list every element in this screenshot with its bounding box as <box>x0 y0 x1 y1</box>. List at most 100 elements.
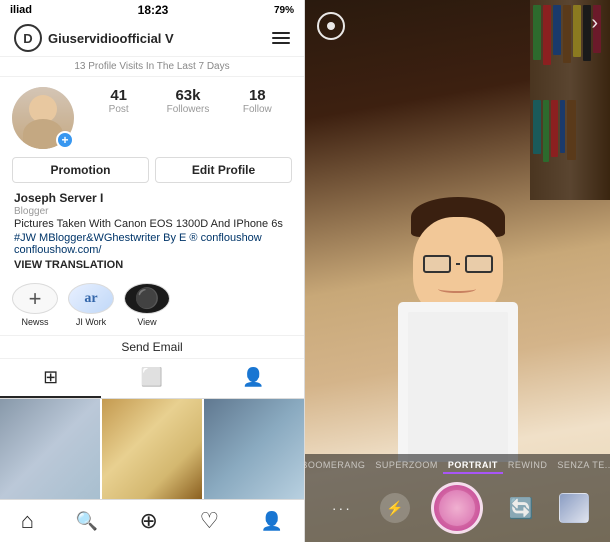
bottom-nav: ⌂ 🔍 ⊕ ♡ 👤 <box>0 499 304 542</box>
avatar-add-button[interactable]: + <box>56 131 74 149</box>
camera-controls: ··· ⚡ 🔄 <box>305 476 610 542</box>
mode-rewind[interactable]: REWIND <box>503 458 553 474</box>
profile-bio: Pictures Taken With Canon EOS 1300D And … <box>14 218 290 230</box>
book-9 <box>543 100 549 162</box>
hamburger-line-2 <box>272 37 290 39</box>
following-label: Follow <box>223 104 292 115</box>
bookshelf-decoration <box>530 0 610 200</box>
book-12 <box>567 100 576 160</box>
grid-icon: ⊞ <box>43 367 58 388</box>
carrier-label: iliad <box>10 4 32 16</box>
photos-grid <box>0 399 304 499</box>
profile-website[interactable]: confloushow.com/ <box>14 244 290 256</box>
camera-bottom-controls: BOOMERANG SUPERZOOM PORTRAIT REWIND SENZ… <box>305 454 610 542</box>
followers-label: Followers <box>153 104 222 115</box>
activity-nav-icon[interactable]: ♡ <box>200 508 220 534</box>
photo-cell-3[interactable] <box>204 399 304 499</box>
profile-hashtag: #JW MBlogger&WGhestwriter By E ® conflou… <box>14 232 290 244</box>
highlight-work[interactable]: ar JI Work <box>68 283 114 327</box>
following-stat[interactable]: 18 Follow <box>223 87 292 115</box>
profile-name: Joseph Server I <box>14 191 290 205</box>
profile-header: D Giuservidioofficial V <box>0 20 304 57</box>
posts-count: 41 <box>84 87 153 104</box>
following-count: 18 <box>223 87 292 104</box>
book-4 <box>563 5 571 63</box>
followers-count: 63k <box>153 87 222 104</box>
flash-icon: ⚡ <box>386 500 403 517</box>
highlight-view-label: View <box>137 317 156 327</box>
photo-cell-2[interactable] <box>102 399 202 499</box>
menu-button[interactable] <box>272 32 290 44</box>
list-icon: ⬜ <box>141 367 163 388</box>
stats-container: 41 Post 63k Followers 18 Follow <box>84 87 292 115</box>
person-body <box>398 302 518 462</box>
more-options-button[interactable]: ··· <box>326 492 358 524</box>
flip-icon: 🔄 <box>509 496 534 521</box>
camera-modes: BOOMERANG SUPERZOOM PORTRAIT REWIND SENZ… <box>305 454 610 476</box>
highlight-work-label: JI Work <box>76 317 106 327</box>
highlight-view[interactable]: ⚫ View <box>124 283 170 327</box>
plus-icon: + <box>29 286 42 312</box>
highlights-row: + Newss ar JI Work ⚫ View <box>0 275 304 335</box>
username-label[interactable]: Giuservidioofficial V <box>48 31 174 46</box>
promotion-button[interactable]: Promotion <box>12 157 149 183</box>
content-tabs: ⊞ ⬜ 👤 <box>0 359 304 399</box>
book-6 <box>583 5 591 61</box>
camera-ring-icon[interactable] <box>317 12 345 40</box>
edit-profile-button[interactable]: Edit Profile <box>155 157 292 183</box>
app-logo[interactable]: D <box>14 24 42 52</box>
hamburger-line-3 <box>272 42 290 44</box>
mode-boomerang[interactable]: BOOMERANG <box>305 458 370 474</box>
profile-nav-icon[interactable]: 👤 <box>261 511 283 532</box>
last-photo-thumbnail[interactable] <box>559 493 589 523</box>
mode-portrait[interactable]: PORTRAIT <box>443 458 503 474</box>
status-bar: iliad 18:23 79% <box>0 0 304 20</box>
send-email-button[interactable]: Send Email <box>0 335 304 359</box>
time-label: 18:23 <box>138 3 169 17</box>
avatar-container[interactable]: + <box>12 87 74 149</box>
flash-button[interactable]: ⚡ <box>380 493 410 523</box>
search-nav-icon[interactable]: 🔍 <box>76 511 98 532</box>
followers-stat[interactable]: 63k Followers <box>153 87 222 115</box>
highlight-work-circle: ar <box>68 283 114 314</box>
home-nav-icon[interactable]: ⌂ <box>21 508 34 534</box>
posts-label: Post <box>84 104 153 115</box>
highlight-view-circle: ⚫ <box>124 283 170 314</box>
book-10 <box>551 100 558 157</box>
person-in-camera <box>378 182 538 462</box>
instagram-profile-panel: iliad 18:23 79% D Giuservidioofficial V … <box>0 0 305 542</box>
profile-stats-row: + 41 Post 63k Followers 18 Follow <box>0 77 304 155</box>
hamburger-line-1 <box>272 32 290 34</box>
highlight-add-circle: + <box>12 283 58 314</box>
action-buttons: Promotion Edit Profile <box>0 157 304 189</box>
tag-icon: 👤 <box>242 367 264 388</box>
profile-category: Blogger <box>14 206 290 217</box>
posts-stat[interactable]: 41 Post <box>84 87 153 115</box>
battery-label: 79% <box>274 5 294 16</box>
book-8 <box>533 100 541 154</box>
visits-notice: 13 Profile Visits In The Last 7 Days <box>0 57 304 77</box>
capture-button-inner <box>439 490 475 526</box>
mode-senza[interactable]: SENZA TE... <box>552 458 610 474</box>
book-2 <box>543 5 551 65</box>
camera-panel: › BOOMERANG SUPERZOOM PORTRAIT REWIND SE… <box>305 0 610 542</box>
profile-info: Joseph Server I Blogger Pictures Taken W… <box>0 189 304 275</box>
tab-grid[interactable]: ⊞ <box>0 359 101 398</box>
camera-next-icon[interactable]: › <box>591 12 598 35</box>
highlight-add-label: Newss <box>21 317 48 327</box>
add-nav-icon[interactable]: ⊕ <box>140 508 158 534</box>
mode-superzoom[interactable]: SUPERZOOM <box>370 458 443 474</box>
tab-list[interactable]: ⬜ <box>101 359 202 398</box>
book-5 <box>573 5 581 57</box>
capture-button[interactable] <box>431 482 483 534</box>
book-1 <box>533 5 541 60</box>
header-left: D Giuservidioofficial V <box>14 24 174 52</box>
book-11 <box>560 100 565 153</box>
highlight-add[interactable]: + Newss <box>12 283 58 327</box>
view-translation-button[interactable]: VIEW TRANSLATION <box>14 259 290 271</box>
tab-tagged[interactable]: 👤 <box>203 359 304 398</box>
book-3 <box>553 5 561 55</box>
flip-camera-button[interactable]: 🔄 <box>505 492 537 524</box>
photo-cell-1[interactable] <box>0 399 100 499</box>
dots-icon: ··· <box>332 500 352 516</box>
